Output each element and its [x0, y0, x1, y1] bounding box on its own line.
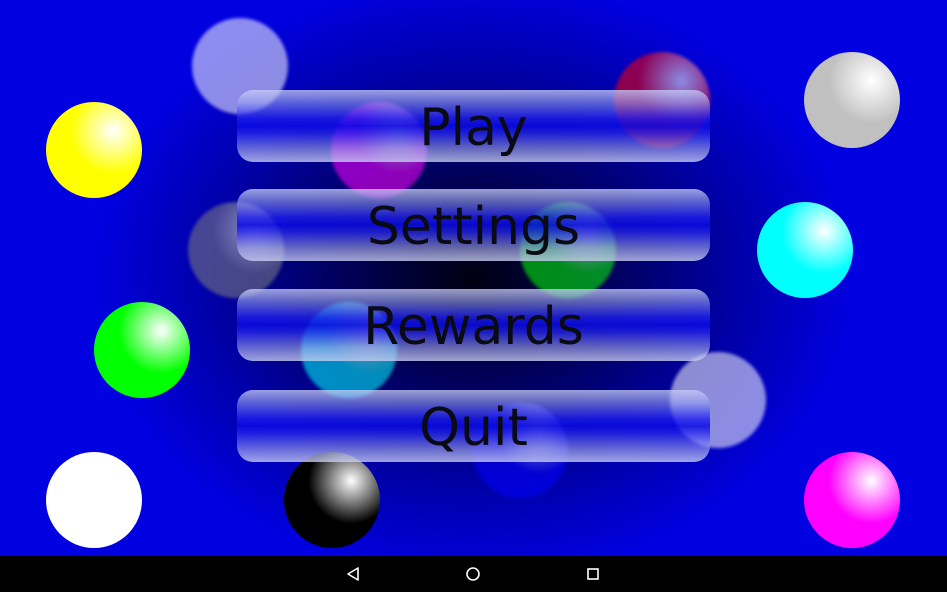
circle-home-icon — [466, 567, 480, 581]
square-recents-icon — [587, 568, 599, 580]
play-label: Play — [419, 98, 528, 158]
rewards-label: Rewards — [363, 297, 584, 357]
ball — [46, 452, 142, 548]
ball — [804, 452, 900, 548]
ball — [284, 452, 380, 548]
ball — [46, 102, 142, 198]
ball — [757, 202, 853, 298]
quit-button[interactable]: Quit — [237, 390, 710, 462]
ball — [804, 52, 900, 148]
game-menu-screen: Play Settings Rewards Quit — [0, 0, 947, 556]
ball — [94, 302, 190, 398]
quit-label: Quit — [419, 398, 528, 458]
back-button[interactable] — [333, 556, 373, 592]
rewards-button[interactable]: Rewards — [237, 289, 710, 361]
home-button[interactable] — [453, 556, 493, 592]
recents-button[interactable] — [573, 556, 613, 592]
navigation-bar — [0, 556, 947, 592]
settings-label: Settings — [366, 197, 581, 257]
triangle-back-icon — [347, 567, 359, 581]
settings-button[interactable]: Settings — [237, 189, 710, 261]
play-button[interactable]: Play — [237, 90, 710, 162]
